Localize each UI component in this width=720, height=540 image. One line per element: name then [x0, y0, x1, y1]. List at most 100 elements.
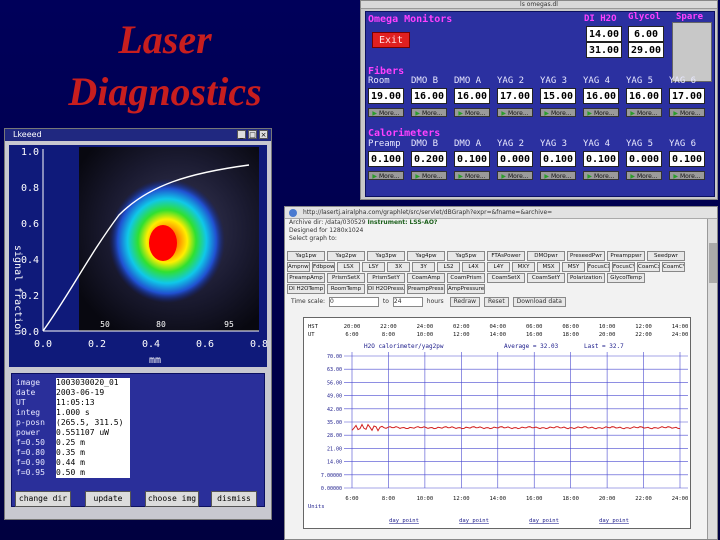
graph-button-di-h2opressure[interactable]: DI H2OPressure — [367, 284, 405, 294]
fiber-more-button-0[interactable]: More... — [368, 108, 404, 117]
fiber-value-0: 19.00 — [368, 88, 404, 104]
graph-button-yag2pw[interactable]: Yag2pw — [327, 251, 365, 261]
graph-button-focuscy[interactable]: FocusCY — [612, 262, 635, 272]
slide-title: Laser Diagnostics — [40, 14, 290, 118]
calorimeter-more-button-6[interactable]: More... — [626, 171, 662, 180]
chart-y-tick: 35.00 — [327, 420, 342, 426]
bottom-link[interactable]: day point — [389, 518, 419, 524]
chart-y-tick: 28.00 — [327, 433, 342, 439]
graph-button-fdbpower[interactable]: Fdbpower — [312, 262, 335, 272]
chart-hst-tick: 02:00 — [453, 324, 470, 330]
graph-button-l4x[interactable]: L4X — [462, 262, 485, 272]
info-key: f=0.95 — [16, 468, 45, 477]
graph-button-coamamp[interactable]: CoamAmp — [407, 273, 445, 283]
graph-button-coamsety[interactable]: CoamSetY — [527, 273, 565, 283]
graph-button-preamppwr[interactable]: Preamppwr — [607, 251, 645, 261]
graph-button-amppressure[interactable]: AmpPressure — [447, 284, 485, 294]
calorimeter-more-button-1[interactable]: More... — [411, 171, 447, 180]
url-bar[interactable]: http://lasertj.airalpha.com/graphlet/src… — [285, 207, 717, 219]
scrollbar-thumb[interactable] — [709, 243, 717, 283]
graph-button-yag4pw[interactable]: Yag4pw — [407, 251, 445, 261]
graph-button-yag5pw[interactable]: Yag5pw — [447, 251, 485, 261]
fiber-more-button-1[interactable]: More... — [411, 108, 447, 117]
graph-button-dmopwr[interactable]: DMOpwr — [527, 251, 565, 261]
chart-bottom-tick: 8:00 — [382, 496, 395, 502]
graph-button-roomtemp[interactable]: RoomTemp — [327, 284, 365, 294]
info-key: f=0.50 — [16, 438, 45, 447]
graph-button-polarization[interactable]: Polarization — [567, 273, 605, 283]
info-value: 0.25 m — [56, 438, 130, 448]
download-data-button[interactable]: Download data — [512, 297, 566, 307]
bottom-link[interactable]: day point — [459, 518, 489, 524]
slide-title-line-1: Laser — [118, 17, 212, 62]
chart-average: Average = 32.03 — [504, 343, 559, 350]
calorimeter-more-button-3[interactable]: More... — [497, 171, 533, 180]
graph-button-coamcx[interactable]: CoamCx — [637, 262, 660, 272]
change-dir-button[interactable]: change dir — [15, 491, 71, 507]
calorimeter-value-1: 0.200 — [411, 151, 447, 167]
choose-img-button[interactable]: choose img — [145, 491, 199, 507]
fiber-more-button-7[interactable]: More... — [669, 108, 705, 117]
graph-button-msy[interactable]: MSY — [562, 262, 585, 272]
graph-button-yag1pw[interactable]: Yag1pw — [287, 251, 325, 261]
reset-button[interactable]: Reset — [483, 297, 509, 307]
graph-button-msx[interactable]: MSX — [537, 262, 560, 272]
graph-button-lsy[interactable]: LSY — [362, 262, 385, 272]
graph-button-3x[interactable]: 3X — [387, 262, 410, 272]
graph-button-mxy[interactable]: MXY — [512, 262, 535, 272]
close-button[interactable]: × — [259, 130, 268, 139]
calorimeter-value-0: 0.100 — [368, 151, 404, 167]
graph-button-3y[interactable]: 3Y — [412, 262, 435, 272]
di-h2o-value-2: 31.00 — [586, 42, 622, 58]
bottom-link[interactable]: day point — [599, 518, 629, 524]
fiber-more-button-2[interactable]: More... — [454, 108, 490, 117]
series-line — [351, 423, 681, 432]
bottom-link[interactable]: day point — [529, 518, 559, 524]
graph-button-ls2[interactable]: LS2 — [437, 262, 460, 272]
profile-y-tick: 0.8 — [21, 183, 39, 194]
maximize-button[interactable]: □ — [248, 130, 257, 139]
minimize-button[interactable]: _ — [237, 130, 246, 139]
time-to-input[interactable]: 24 — [392, 297, 423, 307]
dismiss-button[interactable]: dismiss — [211, 491, 257, 507]
calorimeter-more-button-0[interactable]: More... — [368, 171, 404, 180]
fiber-more-button-5[interactable]: More... — [583, 108, 619, 117]
chart-ut-tick: 6:00 — [345, 332, 358, 338]
chart-hst-tick: 22:00 — [380, 324, 397, 330]
graph-button-seedpwr[interactable]: Seedpwr — [647, 251, 685, 261]
graph-button-coamsetx[interactable]: CoamSetX — [487, 273, 525, 283]
calorimeter-more-button-2[interactable]: More... — [454, 171, 490, 180]
back-icon[interactable] — [289, 209, 297, 217]
update-button[interactable]: update — [85, 491, 131, 507]
graph-button-yag3pw[interactable]: Yag3pw — [367, 251, 405, 261]
graph-button-ftaspower[interactable]: FTAsPower — [487, 251, 525, 261]
graph-button-ampnwr[interactable]: Ampnwr — [287, 262, 310, 272]
graph-button-di-h2otemp[interactable]: DI H2OTemp — [287, 284, 325, 294]
browser-scrollbar[interactable] — [707, 219, 717, 539]
calorimeter-more-button-5[interactable]: More... — [583, 171, 619, 180]
redraw-button[interactable]: Redraw — [449, 297, 481, 307]
calorimeter-more-button-4[interactable]: More... — [540, 171, 576, 180]
calorimeter-more-button-7[interactable]: More... — [669, 171, 705, 180]
graph-button-lsx[interactable]: LSX — [337, 262, 360, 272]
graph-button-preseedpwr[interactable]: PreseedPwr — [567, 251, 605, 261]
graph-button-l4y[interactable]: L4Y — [487, 262, 510, 272]
graph-button-focuscx[interactable]: FocusCX — [587, 262, 610, 272]
time-from-input[interactable]: 0 — [329, 297, 379, 307]
fiber-more-button-6[interactable]: More... — [626, 108, 662, 117]
chart-bottom-ticks: 6:00 8:00 10:00 12:00 14:00 16:00 18:00 20:00 22… — [345, 496, 688, 524]
graph-button-coamprism[interactable]: CoamPrism — [447, 273, 485, 283]
graph-button-preamppressure[interactable]: PreampPressure — [407, 284, 445, 294]
chart-hst-label: HST — [308, 324, 319, 330]
exit-button[interactable]: Exit — [372, 32, 410, 48]
graph-button-prismsetx[interactable]: PrismSetX — [327, 273, 365, 283]
graph-button-preampamp[interactable]: PreampAmp — [287, 273, 325, 283]
fiber-more-button-4[interactable]: More... — [540, 108, 576, 117]
chart-bottom-tick: 14:00 — [489, 496, 506, 502]
fiber-more-button-3[interactable]: More... — [497, 108, 533, 117]
graph-button-coamcy[interactable]: CoamCY — [662, 262, 685, 272]
designed-for: Designed for 1280x1024 — [289, 227, 364, 234]
info-value: (265.5, 311.5) — [56, 418, 130, 428]
graph-button-glycoltemp[interactable]: GlycolTemp — [607, 273, 645, 283]
graph-button-prismsety[interactable]: PrismSetY — [367, 273, 405, 283]
